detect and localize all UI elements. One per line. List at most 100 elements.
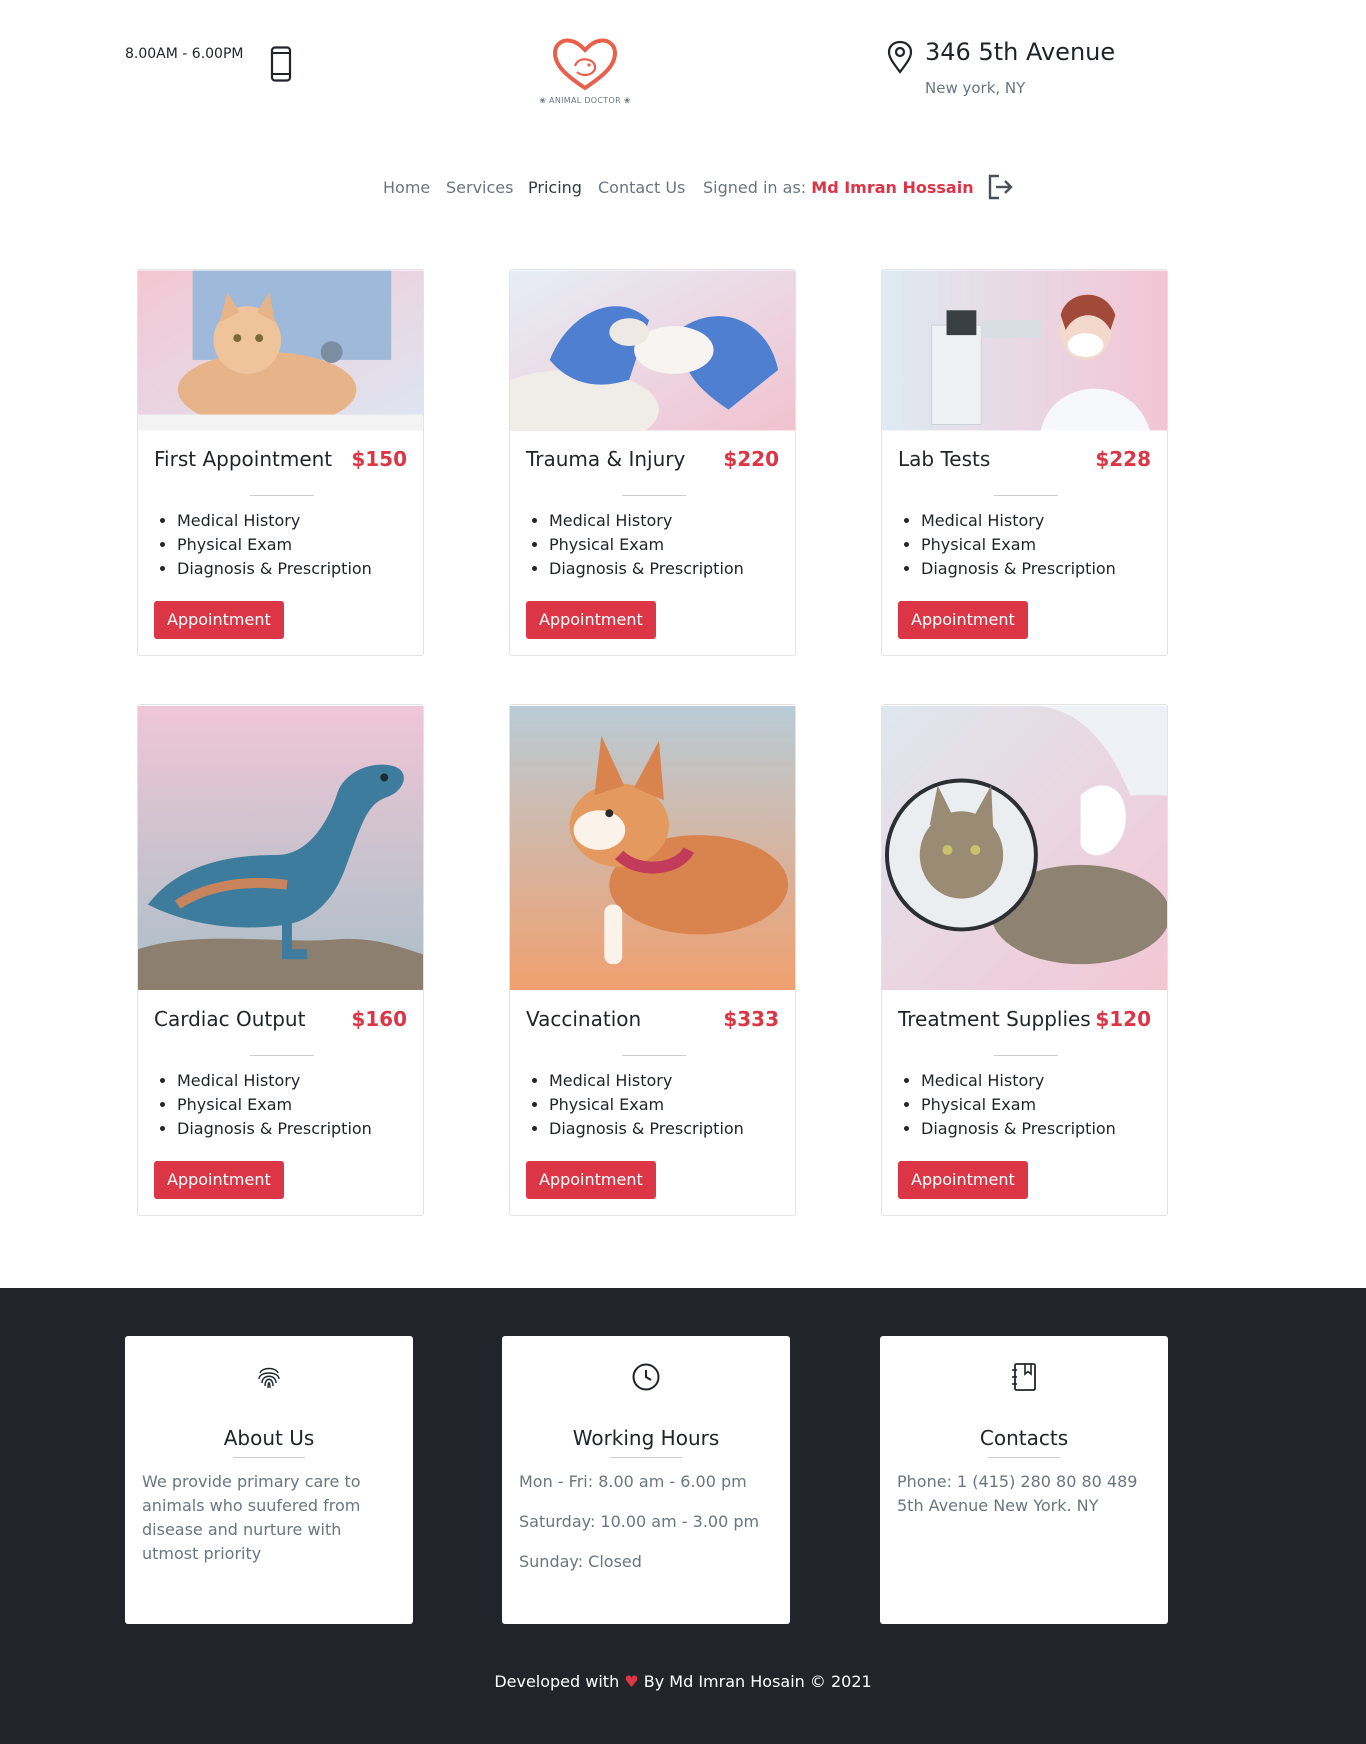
feature-item: Physical Exam <box>921 1093 1116 1117</box>
contacts-title: Contacts <box>979 1426 1069 1450</box>
nav-contact-us[interactable]: Contact Us <box>598 178 685 197</box>
feature-item: Medical History <box>177 1069 372 1093</box>
appointment-button[interactable]: Appointment <box>898 1161 1028 1199</box>
service-card: Vaccination $333 Medical History Physica… <box>509 704 796 1216</box>
feature-list: Medical History Physical Exam Diagnosis … <box>921 1069 1116 1141</box>
contact-address: 5th Avenue New York. NY <box>897 1496 1099 1515</box>
contact-phone: Phone: 1 (415) 280 80 80 489 <box>897 1472 1138 1491</box>
appointment-button[interactable]: Appointment <box>154 1161 284 1199</box>
cat-cone-image <box>882 705 1167 991</box>
appointment-button[interactable]: Appointment <box>526 1161 656 1199</box>
divider <box>622 495 686 496</box>
working-hours-title: Working Hours <box>572 1426 720 1450</box>
feature-item: Medical History <box>921 509 1116 533</box>
divider <box>988 1457 1060 1458</box>
logout-icon[interactable] <box>985 172 1015 202</box>
divider <box>994 1055 1058 1056</box>
feature-item: Diagnosis & Prescription <box>549 557 744 581</box>
service-title: First Appointment <box>154 447 333 471</box>
address-book-icon <box>1012 1363 1036 1391</box>
heart-dog-icon <box>552 38 618 91</box>
feature-item: Physical Exam <box>177 533 372 557</box>
lizard-image <box>138 705 423 991</box>
signed-in-status: Signed in as: Md Imran Hossain <box>703 178 974 197</box>
feature-list: Medical History Physical Exam Diagnosis … <box>549 1069 744 1141</box>
logo-text: ❀ ANIMAL DOCTOR ❀ <box>539 96 631 105</box>
appointment-button[interactable]: Appointment <box>526 601 656 639</box>
feature-item: Diagnosis & Prescription <box>921 557 1116 581</box>
phone-icon <box>270 46 292 82</box>
fingerprint-icon <box>258 1367 280 1389</box>
working-hours-list: Mon - Fri: 8.00 am - 6.00 pm Saturday: 1… <box>519 1470 775 1590</box>
service-price: $220 <box>723 447 779 471</box>
feature-item: Physical Exam <box>549 533 744 557</box>
footer-credit: Developed with ♥ By Md Imran Hosain © 20… <box>0 1672 1366 1691</box>
location-pin-icon <box>887 40 913 74</box>
corgi-image <box>510 705 795 991</box>
nav-pricing[interactable]: Pricing <box>528 178 582 197</box>
service-card: First Appointment $150 Medical History P… <box>137 269 424 656</box>
opening-hours: 8.00AM - 6.00PM <box>125 46 244 62</box>
feature-list: Medical History Physical Exam Diagnosis … <box>177 1069 372 1141</box>
about-title: About Us <box>223 1426 315 1450</box>
top-bar: 8.00AM - 6.00PM ❀ ANIMAL DOCTOR ❀ 346 5t… <box>0 0 1366 140</box>
contacts-card: Contacts Phone: 1 (415) 280 80 80 489 5t… <box>880 1336 1168 1624</box>
contacts-list: Phone: 1 (415) 280 80 80 489 5th Avenue … <box>897 1470 1153 1518</box>
service-title: Cardiac Output <box>154 1007 306 1031</box>
credit-prefix: Developed with <box>494 1672 620 1691</box>
feature-list: Medical History Physical Exam Diagnosis … <box>549 509 744 581</box>
service-card: Cardiac Output $160 Medical History Phys… <box>137 704 424 1216</box>
signed-in-label: Signed in as: <box>703 178 807 197</box>
divider <box>622 1055 686 1056</box>
nav-services[interactable]: Services <box>446 178 513 197</box>
feature-item: Physical Exam <box>549 1093 744 1117</box>
feature-list: Medical History Physical Exam Diagnosis … <box>921 509 1116 581</box>
service-title: Trauma & Injury <box>526 447 686 471</box>
credit-suffix: By Md Imran Hosain © 2021 <box>643 1672 872 1691</box>
hours-line: Saturday: 10.00 am - 3.00 pm <box>519 1512 760 1531</box>
service-price: $150 <box>351 447 407 471</box>
main-nav: Home Services Pricing Contact Us Signed … <box>0 170 1366 206</box>
feature-item: Diagnosis & Prescription <box>549 1117 744 1141</box>
divider <box>610 1457 682 1458</box>
user-name: Md Imran Hossain <box>811 178 974 197</box>
service-card: Treatment Supplies $120 Medical History … <box>881 704 1168 1216</box>
feature-item: Diagnosis & Prescription <box>921 1117 1116 1141</box>
appointment-button[interactable]: Appointment <box>154 601 284 639</box>
appointment-button[interactable]: Appointment <box>898 601 1028 639</box>
clock-icon <box>632 1363 660 1391</box>
feature-list: Medical History Physical Exam Diagnosis … <box>177 509 372 581</box>
about-text: We provide primary care to animals who s… <box>142 1472 361 1563</box>
service-title: Treatment Supplies <box>898 1007 1091 1031</box>
animal-doctor-logo[interactable]: ❀ ANIMAL DOCTOR ❀ <box>527 36 643 112</box>
feature-item: Medical History <box>921 1069 1116 1093</box>
service-title: Vaccination <box>526 1007 642 1031</box>
service-price: $228 <box>1095 447 1151 471</box>
feature-item: Diagnosis & Prescription <box>177 557 372 581</box>
divider <box>250 1055 314 1056</box>
feature-item: Medical History <box>549 1069 744 1093</box>
service-price: $120 <box>1095 1007 1151 1031</box>
feature-item: Physical Exam <box>921 533 1116 557</box>
divider <box>994 495 1058 496</box>
feature-item: Physical Exam <box>177 1093 372 1117</box>
hours-line: Sunday: Closed <box>519 1552 642 1571</box>
address-main: 346 5th Avenue <box>925 38 1116 66</box>
bandaged-paw-image <box>510 270 795 431</box>
service-title: Lab Tests <box>898 447 991 471</box>
service-card: Lab Tests $228 Medical History Physical … <box>881 269 1168 656</box>
service-price: $333 <box>723 1007 779 1031</box>
divider <box>233 1457 305 1458</box>
service-card: Trauma & Injury $220 Medical History Phy… <box>509 269 796 656</box>
feature-item: Medical History <box>549 509 744 533</box>
divider <box>250 495 314 496</box>
feature-item: Medical History <box>177 509 372 533</box>
footer: About Us We provide primary care to anim… <box>0 1288 1366 1744</box>
address-sub: New york, NY <box>925 79 1026 97</box>
working-hours-card: Working Hours Mon - Fri: 8.00 am - 6.00 … <box>502 1336 790 1624</box>
nav-home[interactable]: Home <box>383 178 430 197</box>
heart-icon: ♥ <box>624 1672 639 1691</box>
hours-line: Mon - Fri: 8.00 am - 6.00 pm <box>519 1472 747 1491</box>
cat-checkup-image <box>138 270 423 431</box>
service-price: $160 <box>351 1007 407 1031</box>
